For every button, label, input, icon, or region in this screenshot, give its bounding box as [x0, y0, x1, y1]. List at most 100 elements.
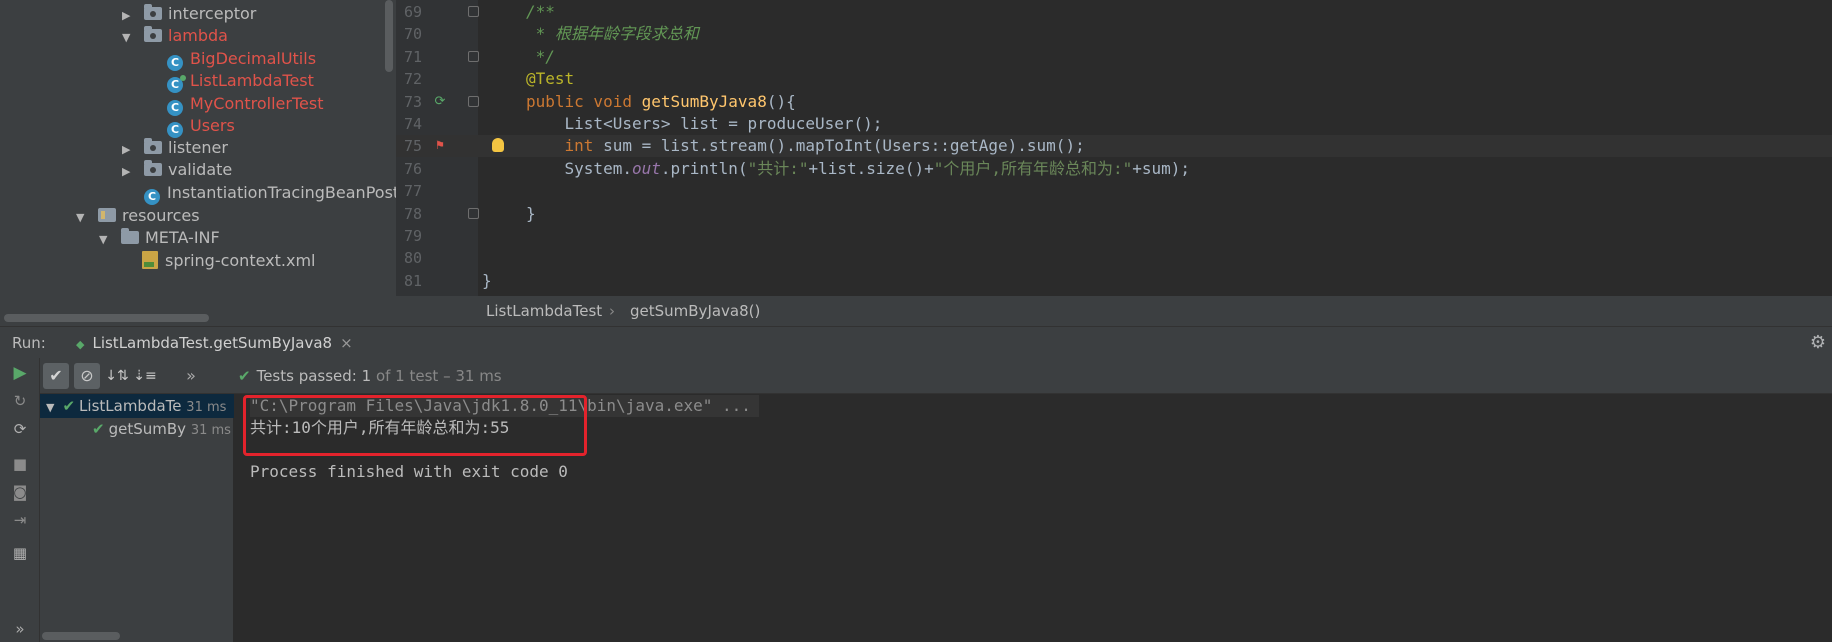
- fold-marker-icon[interactable]: [468, 207, 479, 219]
- code-token: int: [526, 136, 604, 156]
- breadcrumb-separator: ›: [609, 302, 615, 320]
- code-text: public void getSumByJava8(){: [526, 91, 796, 113]
- sort-alphabetically-icon[interactable]: ↓⇅: [104, 363, 130, 389]
- camera-icon[interactable]: ◙: [10, 482, 30, 502]
- status-total: of 1 test: [371, 367, 439, 385]
- code-token: System.: [526, 158, 632, 178]
- more-icon[interactable]: »: [178, 363, 204, 389]
- code-token: out: [631, 158, 661, 178]
- code-token: }: [526, 203, 536, 223]
- code-token: @Test: [526, 69, 575, 89]
- test-row-method[interactable]: ✔ getSumBy 31 ms: [92, 417, 231, 441]
- line-number: 77: [403, 182, 422, 201]
- line-number: 80: [403, 249, 422, 268]
- run-config-tab[interactable]: ◆ ListLambdaTest.getSumByJava8 ×: [66, 327, 363, 359]
- show-ignored-button[interactable]: ⊘: [74, 363, 100, 389]
- stop-icon[interactable]: ■: [10, 454, 30, 474]
- annotation-highlight-box: [243, 395, 587, 456]
- code-token: */: [526, 46, 555, 66]
- show-passed-button[interactable]: ✔: [43, 363, 69, 389]
- run-tab-label: ListLambdaTest.getSumByJava8: [92, 334, 333, 352]
- code-token: public void: [526, 91, 642, 111]
- more-icon[interactable]: »: [10, 619, 30, 639]
- code-token: getSumByJava8: [641, 91, 767, 111]
- line-number: 76: [403, 159, 422, 178]
- close-icon[interactable]: ×: [340, 334, 353, 352]
- code-token: sum = list.stream().mapToInt(Users::getA…: [603, 136, 1085, 156]
- tree-horizontal-scrollbar[interactable]: [4, 314, 209, 322]
- import-tests-icon[interactable]: ⇥: [10, 510, 30, 530]
- lightbulb-icon[interactable]: [492, 138, 504, 153]
- expanded-arrow-icon[interactable]: ▼: [46, 401, 54, 414]
- code-line-80[interactable]: 80: [396, 247, 1832, 269]
- tree-item-label: interceptor: [168, 4, 257, 23]
- code-token: "个用户,所有年龄总和为:": [933, 158, 1133, 178]
- code-line-75[interactable]: 75 ⚑ int sum = list.stream().mapToInt(Use…: [396, 135, 1832, 158]
- layout-icon[interactable]: ▦: [10, 543, 30, 563]
- tree-item-label: InstantiationTracingBeanPostPro: [167, 183, 396, 202]
- code-line-81[interactable]: 81}: [396, 270, 1832, 292]
- tree-vertical-scrollbar[interactable]: [385, 0, 393, 72]
- code-token: (){: [766, 91, 796, 111]
- tree-item-label: ListLambdaTest: [190, 71, 314, 90]
- tree-item-label: META-INF: [145, 228, 220, 247]
- code-token: }: [482, 270, 492, 290]
- collapsed-arrow-icon[interactable]: ▶: [122, 159, 134, 185]
- tree-item-spring-context-xml[interactable]: spring-context.xml: [142, 248, 315, 274]
- fold-marker-icon[interactable]: [468, 50, 479, 62]
- expanded-arrow-icon[interactable]: ▼: [122, 25, 134, 51]
- code-line-69[interactable]: 69 /**: [396, 1, 1832, 23]
- package-icon: [144, 26, 162, 42]
- check-icon: ✔: [92, 420, 105, 438]
- test-tree-scrollbar[interactable]: [42, 632, 120, 640]
- fold-marker-icon[interactable]: [468, 95, 479, 107]
- run-test-icon[interactable]: ⟳: [432, 91, 448, 113]
- xml-file-icon: [142, 251, 158, 269]
- toggle-auto-test-icon[interactable]: ⟳: [10, 419, 30, 439]
- code-line-73[interactable]: 73 ⟳ public void getSumByJava8(){: [396, 91, 1832, 113]
- code-line-72[interactable]: 72 @Test: [396, 68, 1832, 90]
- junit-icon: ◆: [76, 338, 85, 351]
- package-icon: [144, 138, 162, 154]
- run-side-toolbar: ▶ ↻ ⟳ ■ ◙ ⇥ ▦ »: [0, 358, 40, 642]
- code-editor[interactable]: 69/** 70 * 根据年龄字段求总和 71 */72 @Test 73 ⟳ public…: [396, 0, 1832, 296]
- breadcrumb-class[interactable]: ListLambdaTest: [486, 296, 602, 326]
- expanded-arrow-icon[interactable]: ▼: [76, 205, 88, 231]
- test-results-tree: ▼ ✔ ListLambdaTe 31 ms ✔ getSumBy 31 ms: [40, 394, 234, 642]
- code-line-79[interactable]: 79: [396, 225, 1832, 247]
- run-label: Run:: [12, 334, 46, 352]
- test-row-time: 31 ms: [186, 400, 227, 415]
- test-row-class[interactable]: ▼ ✔ ListLambdaTe 31 ms: [40, 394, 234, 418]
- line-number: 81: [403, 271, 422, 290]
- status-prefix: Tests passed:: [256, 367, 362, 385]
- code-line-76[interactable]: 76 System.out.println("共计:"+list.size()+…: [396, 158, 1832, 180]
- code-text: * 根据年龄字段求总和: [526, 23, 699, 45]
- expanded-arrow-icon[interactable]: ▼: [99, 227, 111, 253]
- fold-marker-icon[interactable]: [468, 6, 479, 17]
- tree-item-label: listener: [168, 138, 228, 157]
- code-line-78[interactable]: 78}: [396, 203, 1832, 225]
- tests-status: ✔ Tests passed: 1 of 1 test – 31 ms: [238, 358, 502, 394]
- project-tree-panel: ▶ interceptor ▼ lambda C BigDecimalUtils CL…: [0, 0, 396, 326]
- gear-icon[interactable]: ⚙: [1810, 327, 1826, 359]
- console-output[interactable]: "C:\Program Files\Java\jdk1.8.0_11\bin\j…: [234, 394, 1832, 642]
- rerun-icon[interactable]: ▶: [10, 363, 30, 383]
- code-token: /**: [526, 2, 555, 21]
- code-line-77[interactable]: 77: [396, 180, 1832, 202]
- code-token: List<Users> list = produceUser();: [526, 114, 883, 133]
- tree-item-label: MyControllerTest: [190, 94, 324, 113]
- breadcrumb-method[interactable]: getSumByJava8(): [630, 296, 760, 326]
- code-line-70[interactable]: 70 * 根据年龄字段求总和: [396, 23, 1832, 45]
- code-line-74[interactable]: 74 List<Users> list = produceUser();: [396, 113, 1832, 135]
- line-number: 69: [403, 3, 422, 21]
- code-token: +list.size()+: [808, 158, 934, 178]
- resources-folder-icon: [98, 208, 116, 222]
- code-line-71[interactable]: 71 */: [396, 46, 1832, 68]
- sort-by-duration-icon[interactable]: ⇣≡: [132, 363, 158, 389]
- lambda-marker-icon[interactable]: ⚑: [432, 135, 448, 157]
- rerun-failed-icon[interactable]: ↻: [10, 391, 30, 411]
- code-text: /**: [526, 1, 555, 23]
- line-number: 71: [403, 47, 422, 66]
- tree-item-label: validate: [168, 160, 233, 179]
- run-panel-header: Run: ◆ ListLambdaTest.getSumByJava8 × ⚙: [0, 326, 1832, 358]
